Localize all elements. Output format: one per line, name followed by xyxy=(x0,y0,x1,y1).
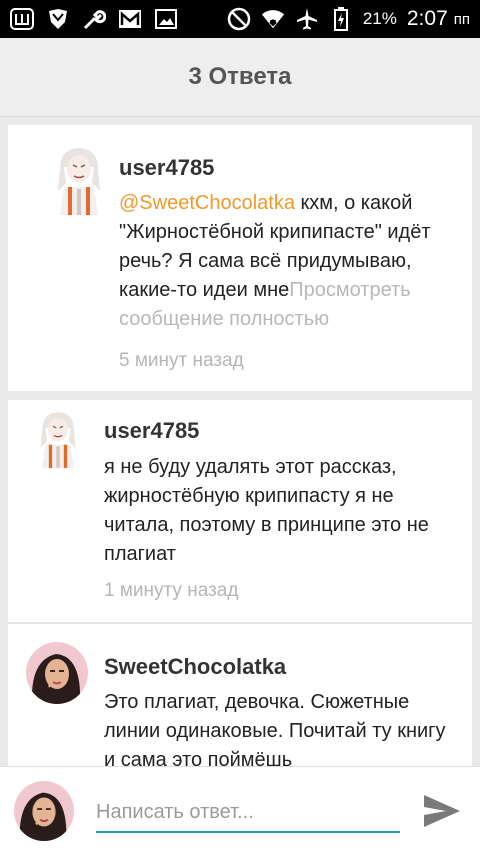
comment-body: Это плагиат, девочка. Сюжетные линии оди… xyxy=(104,691,446,766)
send-button[interactable] xyxy=(420,789,464,833)
avatar[interactable] xyxy=(26,642,88,704)
wrench-icon xyxy=(82,7,106,31)
current-user-avatar xyxy=(14,781,74,841)
gmail-icon xyxy=(118,7,142,31)
comment-item[interactable]: SweetChocolatka Это плагиат, девочка. Сю… xyxy=(8,624,472,766)
comment-item[interactable]: user4785 @SweetChocolatka кхм, о какой "… xyxy=(8,125,472,391)
clock: 2:07 xyxy=(406,7,448,30)
comment-author[interactable]: user4785 xyxy=(104,418,199,444)
wifi-icon xyxy=(261,7,285,31)
app-w-icon xyxy=(10,7,34,31)
battery-level: 21% xyxy=(362,9,397,28)
reply-input[interactable] xyxy=(96,793,400,833)
comment-item[interactable]: user4785 я не буду удалять этот рассказ,… xyxy=(8,400,472,623)
comment-author[interactable]: user4785 xyxy=(119,155,214,181)
airplane-icon xyxy=(295,7,319,31)
comment-body: я не буду удалять этот рассказ, жирностё… xyxy=(104,456,429,565)
battery-charging-icon xyxy=(329,7,353,31)
comment-timestamp: 1 минуту назад xyxy=(104,580,239,601)
image-icon xyxy=(154,7,178,31)
clock-suffix: пп xyxy=(453,10,470,28)
shield-icon xyxy=(46,7,70,31)
avatar[interactable] xyxy=(30,408,86,468)
comment-text: @SweetChocolatka кхм, о какой "Жирностёб… xyxy=(119,189,455,334)
comment-timestamp: 5 минут назад xyxy=(119,350,244,371)
reply-bar xyxy=(0,766,480,855)
send-icon xyxy=(424,795,460,827)
header: 3 Ответа xyxy=(0,38,480,117)
do-not-disturb-icon xyxy=(227,7,251,31)
avatar[interactable] xyxy=(46,143,112,215)
mention-link[interactable]: @SweetChocolatka xyxy=(119,192,295,214)
comment-author[interactable]: SweetChocolatka xyxy=(104,654,286,680)
status-bar: 21% 2:07 пп xyxy=(0,0,480,38)
page-title: 3 Ответа xyxy=(188,63,292,90)
